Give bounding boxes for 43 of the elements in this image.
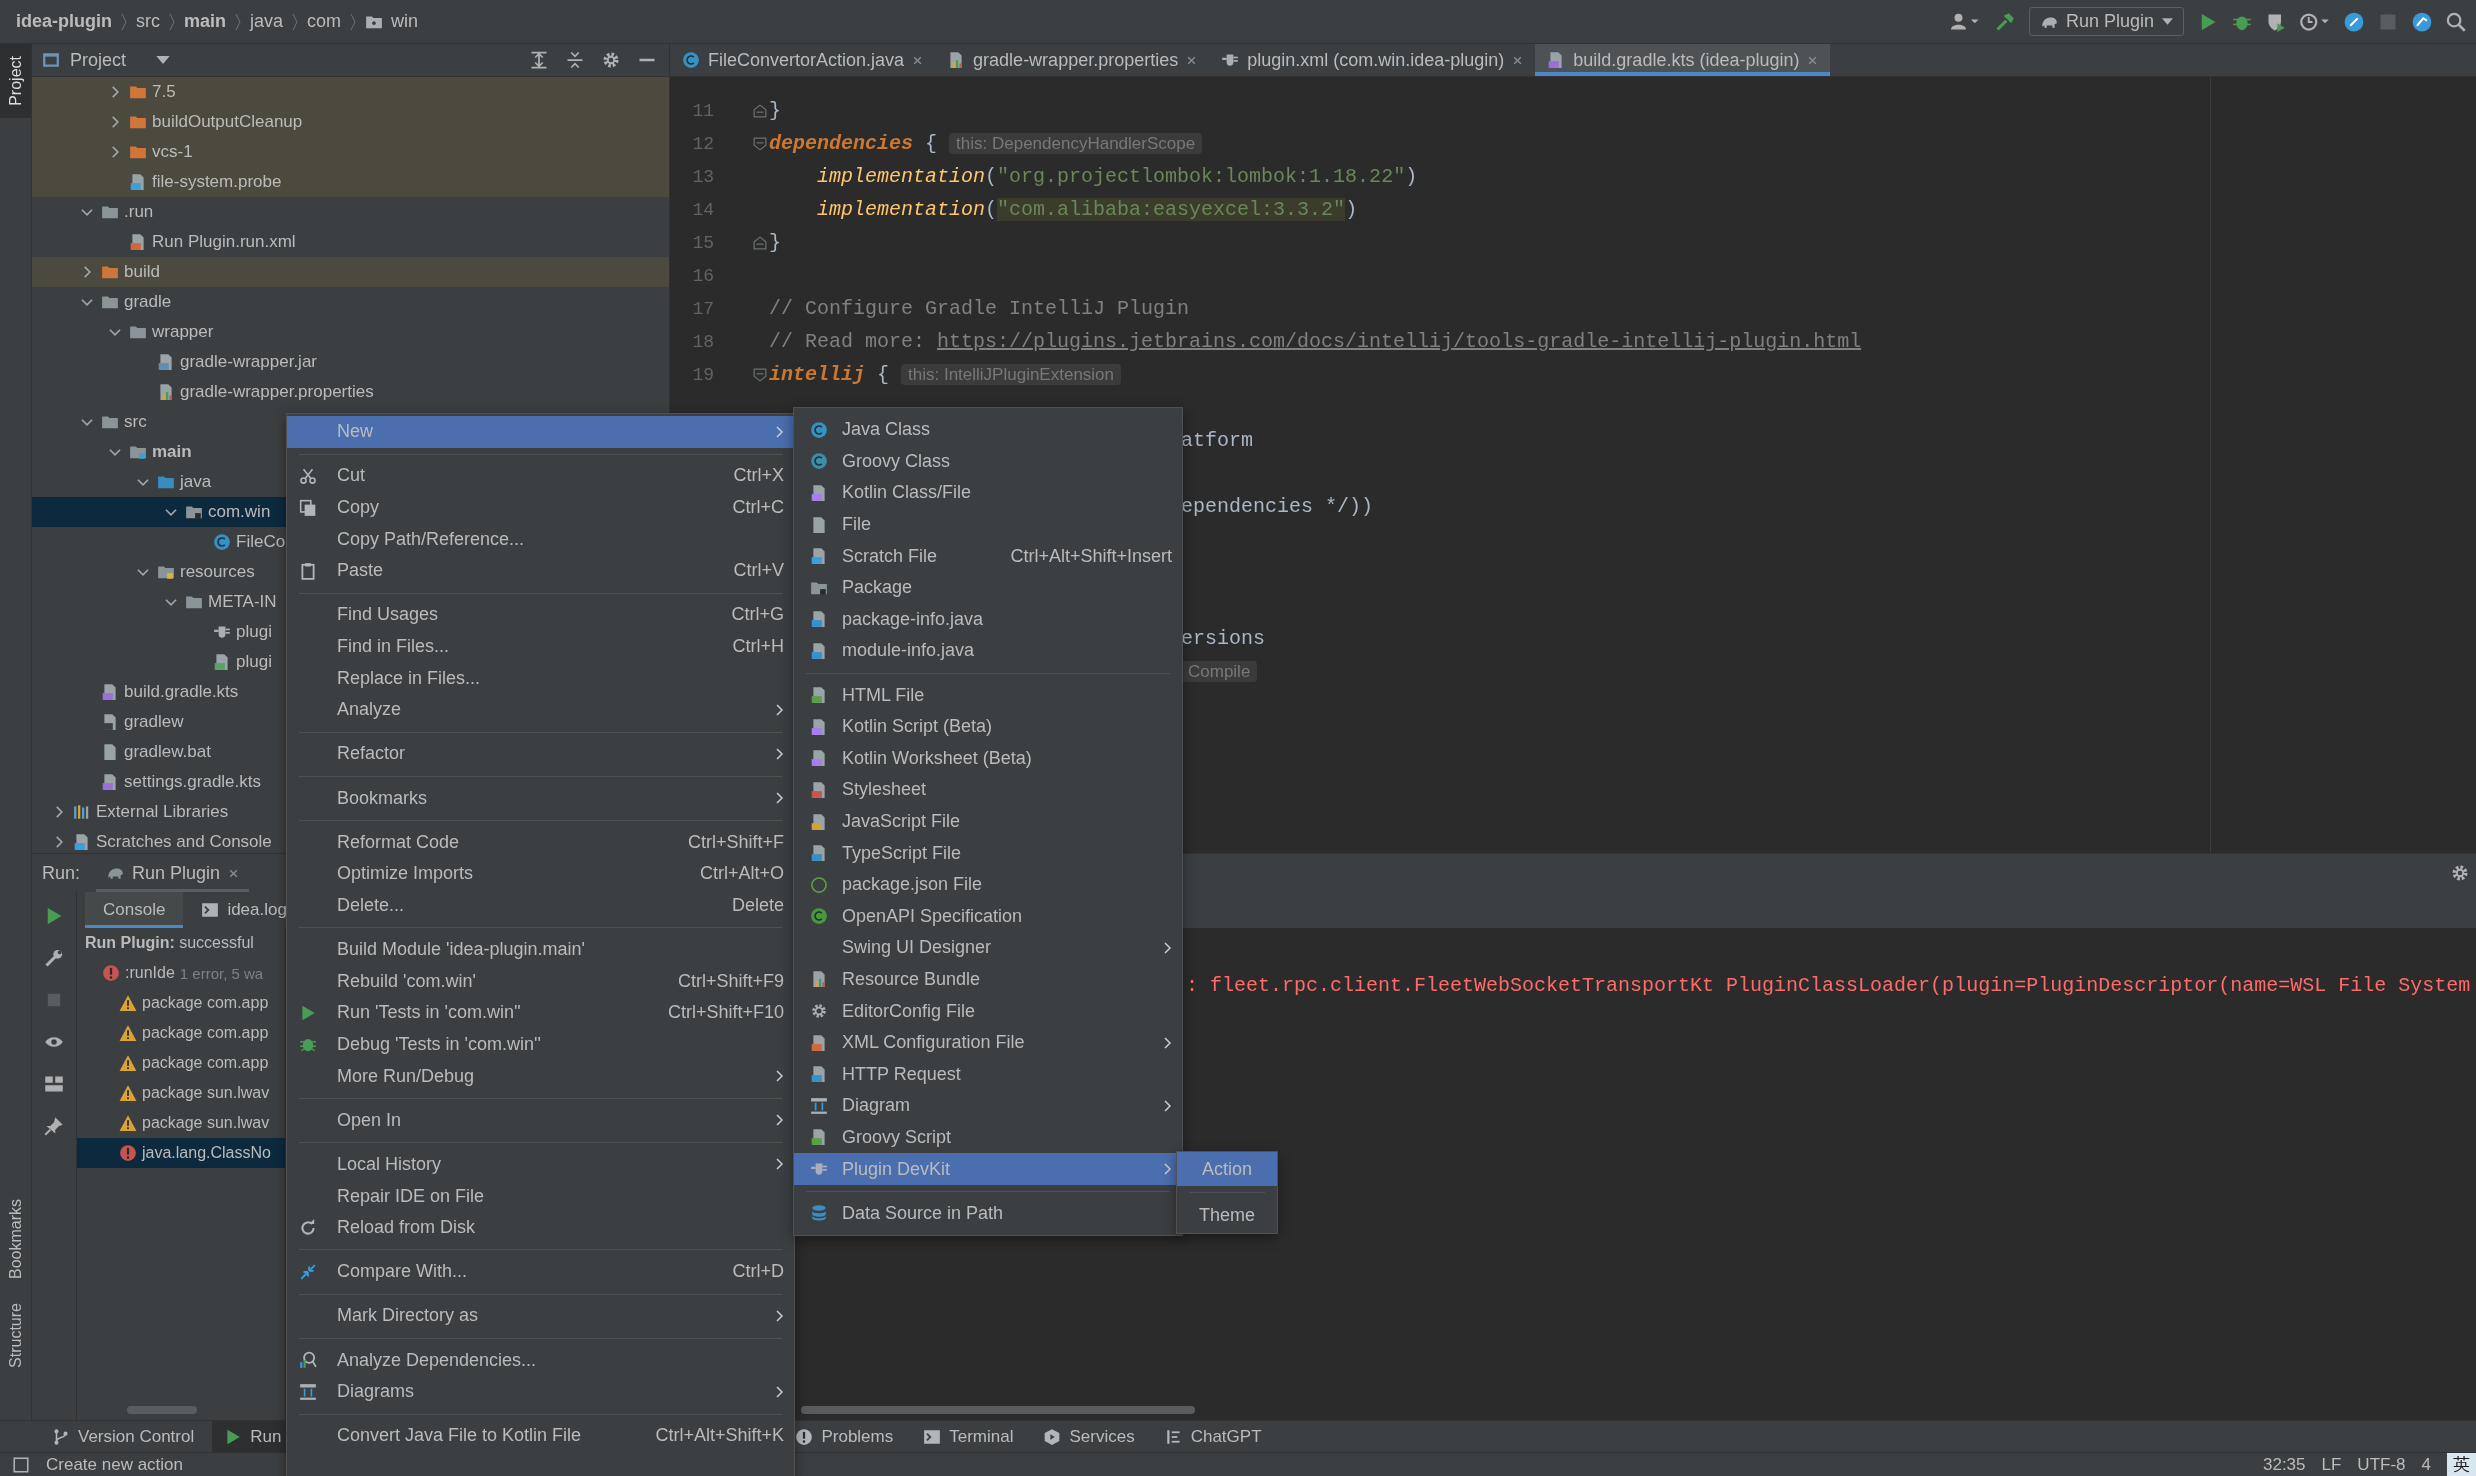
code-token: // Configure Gradle IntelliJ Plugin [769, 297, 1190, 320]
line-number: 18 [692, 331, 714, 352]
result-text: package sun.lwav [142, 1084, 270, 1102]
console-output: : fleet.rpc.client.FleetWebSocketTransportKt PluginClassLoader(plugin=PluginDescriptor(name=WSL File System [1186, 974, 2471, 997]
code-token: implementation [816, 198, 986, 221]
line-number: 15 [692, 232, 714, 253]
result-text: package com.app [142, 1054, 269, 1072]
code-token: implementation [816, 165, 986, 188]
result-text: package com.app [142, 994, 269, 1012]
line-number: 11 [692, 100, 714, 121]
code-token: atform [1181, 429, 1253, 452]
line-number: 13 [692, 166, 714, 187]
code-token: ) [1405, 165, 1418, 188]
code-token: ependencies */)) [1181, 495, 1374, 518]
code-token: } [769, 231, 781, 254]
line-number: 12 [692, 133, 714, 154]
code-token: "org.projectlombok:lombok:1.18.22" [997, 165, 1406, 188]
result-text: Run Plugin: successful [85, 934, 254, 952]
code-token: intellij [769, 363, 865, 386]
code-token: { [876, 363, 891, 386]
code-token: ( [985, 198, 998, 221]
code-token: "com.alibaba:easyexcel:3.3.2" [997, 198, 1346, 221]
panel-label: Run: [42, 862, 81, 884]
code-token: } [769, 99, 781, 122]
status-message: Create new action [46, 1454, 184, 1475]
line-number: 16 [692, 265, 714, 286]
inlay-hint: this: IntelliJPluginExtension [901, 364, 1122, 385]
inlay-hint: this: DependencyHandlerScope [949, 133, 1203, 154]
line-number: 17 [692, 298, 714, 319]
line-number: 14 [692, 199, 714, 220]
result-text: package sun.lwav [142, 1114, 270, 1132]
code-token: ersions [1181, 627, 1265, 650]
result-text: java.lang.ClassNo [142, 1144, 271, 1162]
result-text: :runIde [125, 964, 175, 982]
result-detail: 1 error, 5 wa [179, 964, 264, 982]
line-number: 19 [692, 364, 714, 385]
code-token: dependencies [769, 132, 914, 155]
inlay-hint: Compile [1181, 661, 1258, 682]
code-token: { [924, 132, 939, 155]
code-token: // Read more: [769, 330, 927, 353]
code-token: ) [1345, 198, 1358, 221]
code-token: ( [985, 165, 998, 188]
result-text: package com.app [142, 1024, 269, 1042]
